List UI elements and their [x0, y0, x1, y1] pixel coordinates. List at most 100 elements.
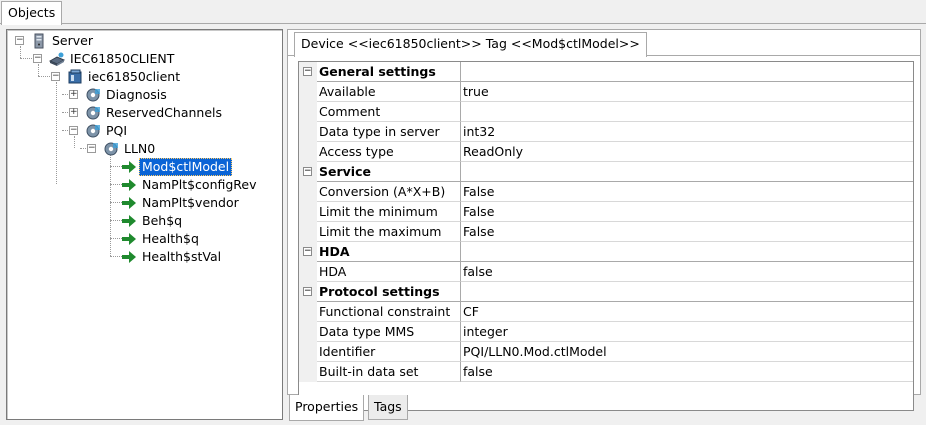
property-row[interactable]: Built-in data set false	[299, 362, 913, 382]
tree-item-server[interactable]: − Server	[7, 32, 277, 50]
tag-arrow-icon	[122, 197, 136, 209]
collapse-icon[interactable]: −	[69, 126, 78, 135]
property-value[interactable]: False	[461, 182, 913, 202]
property-value[interactable]: true	[461, 82, 913, 102]
tree-item-lln0[interactable]: − LLN0	[7, 140, 277, 158]
collapse-icon[interactable]: −	[303, 287, 312, 296]
expand-icon[interactable]: +	[69, 108, 78, 117]
property-value[interactable]: false	[461, 262, 913, 282]
gear-icon	[86, 124, 100, 138]
property-row[interactable]: Conversion (A*X+B) False	[299, 182, 913, 202]
tree-item-iec61850client-device[interactable]: − iec61850client	[7, 68, 277, 86]
property-row[interactable]: Available true	[299, 82, 913, 102]
device-tab-strip: Device <<iec61850client>> Tag <<Mod$ctlM…	[288, 30, 920, 57]
collapse-icon[interactable]: −	[33, 54, 42, 63]
tab-device-tag[interactable]: Device <<iec61850client>> Tag <<Mod$ctlM…	[294, 32, 647, 57]
server-icon	[34, 33, 44, 49]
tree-item-reservedchannels[interactable]: + ReservedChannels	[7, 104, 277, 122]
property-value	[461, 242, 913, 262]
tree-item-label: Beh$q	[142, 213, 183, 228]
property-value[interactable]: int32	[461, 122, 913, 142]
tag-arrow-icon	[122, 251, 136, 263]
property-value[interactable]: PQI/LLN0.Mod.ctlModel	[461, 342, 913, 362]
category-label: Service	[317, 162, 461, 182]
property-value[interactable]: ReadOnly	[461, 142, 913, 162]
property-value[interactable]: False	[461, 222, 913, 242]
property-row[interactable]: Access type ReadOnly	[299, 142, 913, 162]
tab-tags[interactable]: Tags	[368, 395, 408, 420]
property-row[interactable]: Functional constraint CF	[299, 302, 913, 322]
collapse-icon[interactable]: −	[303, 167, 312, 176]
object-tree[interactable]: − Server − IEC61850CLIENT − iec61850clie…	[6, 29, 283, 420]
property-category-row[interactable]: − Protocol settings	[299, 282, 913, 302]
property-category-row[interactable]: − HDA	[299, 242, 913, 262]
property-grid: − General settings Available true Comment Dat…	[298, 61, 914, 411]
collapse-icon[interactable]: −	[87, 144, 96, 153]
property-row[interactable]: Identifier PQI/LLN0.Mod.ctlModel	[299, 342, 913, 362]
tab-objects[interactable]: Objects	[1, 1, 63, 25]
tree-item-pqi[interactable]: − PQI	[7, 122, 277, 140]
property-value[interactable]: False	[461, 202, 913, 222]
tree-item-label: iec61850client	[88, 69, 181, 84]
row-gutter	[299, 142, 317, 162]
collapse-icon[interactable]: −	[303, 247, 312, 256]
property-value[interactable]: false	[461, 362, 913, 382]
row-gutter	[299, 322, 317, 342]
property-row[interactable]: Limit the minimum False	[299, 202, 913, 222]
property-name: Limit the minimum	[317, 202, 461, 222]
expand-icon[interactable]: +	[69, 90, 78, 99]
row-gutter	[299, 182, 317, 202]
row-gutter	[299, 362, 317, 382]
network-device-icon	[49, 52, 65, 66]
collapse-icon[interactable]: −	[15, 36, 24, 45]
property-category-row[interactable]: − General settings	[299, 62, 913, 82]
property-name: Access type	[317, 142, 461, 162]
row-gutter	[299, 222, 317, 242]
gear-icon	[104, 142, 118, 156]
tree-item-mod-ctlmodel[interactable]: Mod$ctlModel	[7, 158, 277, 176]
property-name: Comment	[317, 102, 461, 122]
device-icon	[68, 69, 82, 84]
tree-item-label: IEC61850CLIENT	[70, 51, 175, 66]
tag-arrow-icon	[122, 161, 136, 173]
tree-item-iec61850client-channel[interactable]: − IEC61850CLIENT	[7, 50, 277, 68]
tree-item-namplt-vendor[interactable]: NamPlt$vendor	[7, 194, 277, 212]
property-name: Conversion (A*X+B)	[317, 182, 461, 202]
tab-properties[interactable]: Properties	[289, 395, 365, 421]
property-value[interactable]	[461, 102, 913, 122]
tree-item-health-stval[interactable]: Health$stVal	[7, 248, 277, 266]
category-label: Protocol settings	[317, 282, 461, 302]
property-row[interactable]: Data type in server int32	[299, 122, 913, 142]
tree-item-health-q[interactable]: Health$q	[7, 230, 277, 248]
property-row[interactable]: Limit the maximum False	[299, 222, 913, 242]
tree-item-label: NamPlt$configRev	[142, 177, 257, 192]
property-name: Data type in server	[317, 122, 461, 142]
tree-item-label: Server	[52, 33, 93, 48]
row-gutter: −	[299, 162, 317, 182]
property-row[interactable]: Comment	[299, 102, 913, 122]
collapse-icon[interactable]: −	[51, 72, 60, 81]
collapse-icon[interactable]: −	[303, 67, 312, 76]
tree-item-diagnosis[interactable]: + Diagnosis	[7, 86, 277, 104]
property-name: Data type MMS	[317, 322, 461, 342]
property-value	[461, 162, 913, 182]
tag-arrow-icon	[122, 215, 136, 227]
property-category-row[interactable]: − Service	[299, 162, 913, 182]
tree-item-label: LLN0	[124, 141, 156, 156]
bottom-tab-strip: Properties Tags	[287, 395, 921, 423]
row-gutter	[299, 102, 317, 122]
tag-arrow-icon	[122, 179, 136, 191]
tree-item-label: Health$q	[142, 231, 199, 246]
property-value	[461, 62, 913, 82]
property-row[interactable]: Data type MMS integer	[299, 322, 913, 342]
property-value	[461, 282, 913, 302]
row-gutter: −	[299, 62, 317, 82]
tree-item-label: Diagnosis	[106, 87, 167, 102]
property-row[interactable]: HDA false	[299, 262, 913, 282]
tree-item-beh-q[interactable]: Beh$q	[7, 212, 277, 230]
property-value[interactable]: integer	[461, 322, 913, 342]
row-gutter	[299, 82, 317, 102]
tree-item-namplt-configrev[interactable]: NamPlt$configRev	[7, 176, 277, 194]
row-gutter	[299, 262, 317, 282]
property-value[interactable]: CF	[461, 302, 913, 322]
